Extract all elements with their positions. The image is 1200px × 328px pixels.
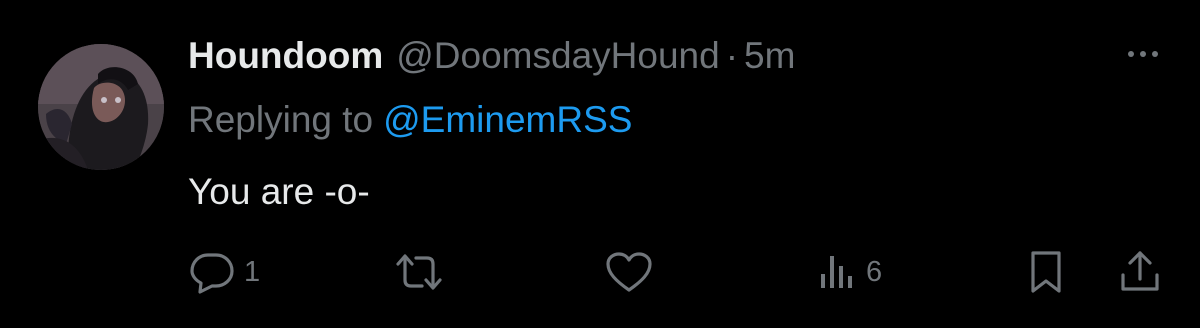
tweet: Houndoom @DoomsdayHound · 5m Replying to… [0,0,1200,328]
share-button[interactable] [1118,248,1162,296]
reply-count: 1 [244,255,261,288]
author-display-name[interactable]: Houndoom [188,35,383,77]
retweet-icon [396,254,442,290]
author-handle[interactable]: @DoomsdayHound [396,35,719,77]
more-options-button[interactable] [1126,44,1160,64]
tweet-text: You are -o- [188,171,370,212]
replying-to-link[interactable]: @EminemRSS [383,99,632,141]
timestamp[interactable]: 5m [744,35,795,77]
views-count: 6 [866,255,883,288]
replying-to-line: Replying to @EminemRSS [188,94,632,146]
views-button[interactable]: 6 [818,248,882,296]
heart-icon [606,252,652,292]
bookmark-icon [1031,251,1061,293]
tweet-header: Houndoom @DoomsdayHound · 5m [188,30,795,82]
retweet-button[interactable] [394,248,452,296]
views-icon [821,256,852,288]
separator-dot: · [725,35,739,76]
more-horizontal-icon [1128,51,1158,57]
reply-button[interactable]: 1 [188,248,260,296]
replying-to-label: Replying to [188,99,374,140]
avatar[interactable] [38,44,164,170]
reply-icon [190,253,234,294]
like-button[interactable] [604,248,662,296]
share-icon [1121,251,1159,291]
bookmark-button[interactable] [1026,248,1066,296]
avatar-image [38,44,164,170]
